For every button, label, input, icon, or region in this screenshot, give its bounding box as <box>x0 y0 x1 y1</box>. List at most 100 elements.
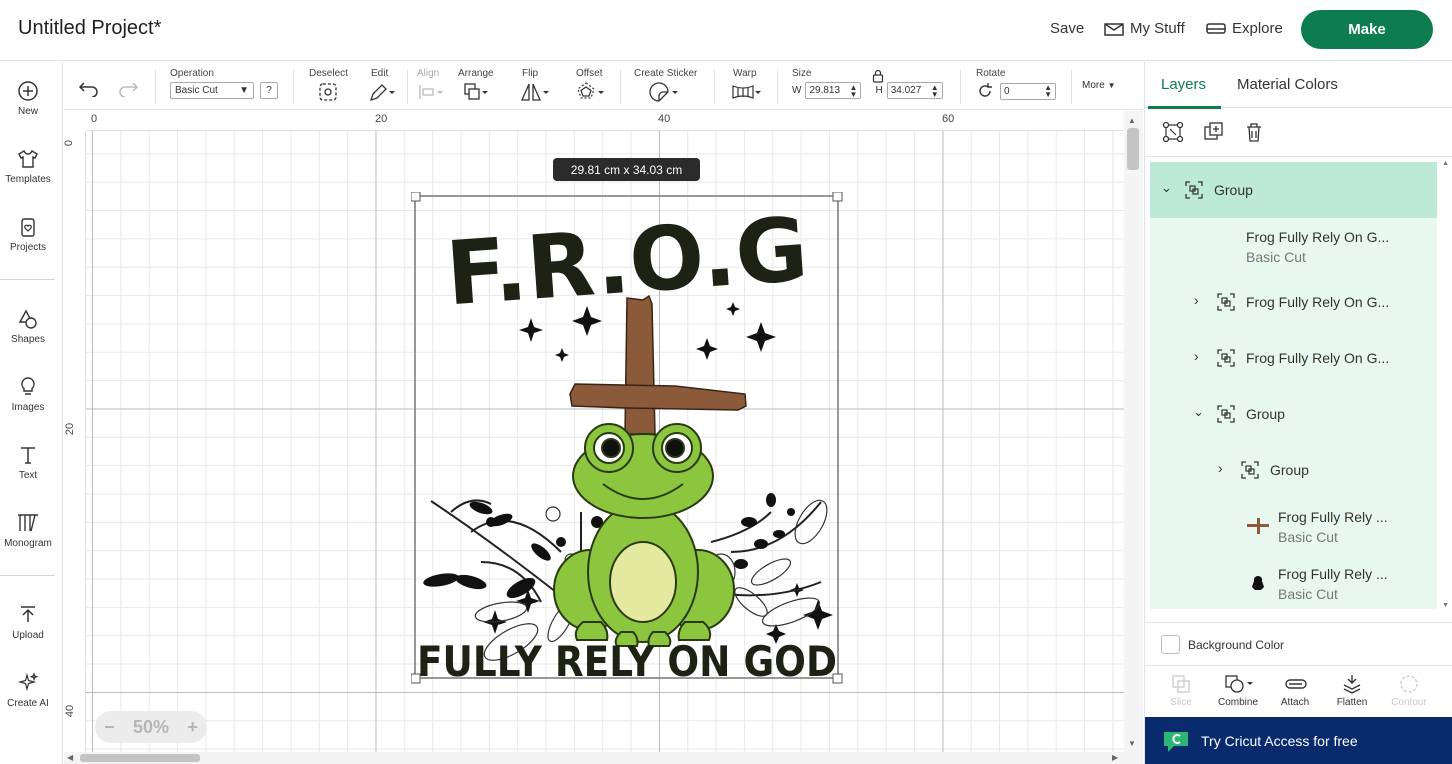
aspect-lock-button[interactable] <box>872 69 884 86</box>
zoom-in-button[interactable]: + <box>187 717 198 738</box>
shapes-icon <box>18 309 37 329</box>
layer-row-group[interactable]: › Group <box>1150 442 1437 498</box>
bottom-tools: Slice Combine Attach Flatten Contour <box>1145 667 1452 717</box>
monogram-icon <box>18 514 38 532</box>
scroll-up-icon[interactable]: ▲ <box>1442 160 1449 167</box>
slice-button: Slice <box>1153 673 1209 708</box>
sidebar-item-templates[interactable]: Templates <box>0 148 56 185</box>
layer-name: Group <box>1214 182 1253 198</box>
design-canvas[interactable]: 0 20 40 60 0 20 40 29.81 cm x 34.03 cm F… <box>64 111 1143 764</box>
rotate-icon <box>979 83 992 97</box>
tab-material-colors[interactable]: Material Colors <box>1237 76 1338 93</box>
sidebar-item-monogram[interactable]: Monogram <box>0 512 56 549</box>
contour-button: Contour <box>1381 673 1437 708</box>
layer-row[interactable]: Frog Fully Rely ... Basic Cut <box>1150 498 1437 554</box>
duplicate-icon[interactable] <box>1203 121 1225 143</box>
ruler-left-label: 0 <box>64 139 76 147</box>
text-icon <box>21 447 35 464</box>
toolbar-divider <box>620 70 621 104</box>
layer-row[interactable]: › Frog Fully Rely On G... <box>1150 330 1437 386</box>
offset-button[interactable]: Offset <box>575 68 607 106</box>
width-input[interactable]: 29.813 ▲ ▼ <box>805 82 862 99</box>
layer-row[interactable]: Frog Fully Rely On G... Basic Cut <box>1150 218 1437 274</box>
layers-scrollbar[interactable]: ▲ ▼ <box>1441 158 1451 613</box>
background-color-row[interactable]: Background Color <box>1145 622 1452 666</box>
sidebar-item-upload[interactable]: Upload <box>0 604 56 641</box>
chevron-down-icon[interactable]: ⌄ <box>1161 180 1172 196</box>
pen-icon <box>369 84 395 102</box>
operation-select[interactable]: Basic Cut ▼ <box>170 82 254 99</box>
edit-button[interactable]: Edit <box>368 68 396 106</box>
combine-icon <box>1225 675 1253 693</box>
frog-design-group[interactable]: F.R.O.G FULLY RELY ON GOD <box>411 192 845 684</box>
selection-handle[interactable] <box>411 192 421 202</box>
width-value: 29.813 <box>809 85 841 96</box>
background-color-checkbox[interactable] <box>1161 635 1180 654</box>
make-button[interactable]: Make <box>1301 10 1433 49</box>
flip-button[interactable]: Flip <box>519 68 551 106</box>
sidebar-item-projects[interactable]: Projects <box>0 216 56 253</box>
warp-button[interactable]: Warp <box>730 68 764 106</box>
scroll-thumb[interactable] <box>80 754 200 762</box>
combine-button[interactable]: Combine <box>1210 673 1266 708</box>
redo-button[interactable] <box>117 79 139 100</box>
group-icon <box>1241 461 1259 479</box>
redo-icon <box>119 82 139 98</box>
sidebar-item-new[interactable]: New <box>0 80 56 117</box>
explore-button[interactable]: Explore <box>1206 20 1283 37</box>
undo-button[interactable] <box>78 79 100 100</box>
height-prefix: H <box>875 85 883 96</box>
selection-handle[interactable] <box>832 192 843 202</box>
trash-icon[interactable] <box>1243 121 1265 143</box>
cricut-access-banner[interactable]: Try Cricut Access for free <box>1145 717 1452 764</box>
height-input[interactable]: 34.027 ▲ ▼ <box>886 82 943 99</box>
create-sticker-button[interactable]: Create Sticker <box>634 68 697 106</box>
my-stuff-button[interactable]: My Stuff <box>1104 20 1185 37</box>
sidebar-item-shapes[interactable]: Shapes <box>0 308 56 345</box>
project-title[interactable]: Untitled Project* <box>18 17 161 40</box>
layer-row[interactable]: Frog Fully Rely ... Basic Cut <box>1150 555 1437 611</box>
save-button[interactable]: Save <box>1050 20 1084 37</box>
tab-layers[interactable]: Layers <box>1161 76 1206 93</box>
chevron-right-icon[interactable]: › <box>1194 292 1199 308</box>
layer-row-group[interactable]: ⌄ Group <box>1150 162 1437 218</box>
operation-help-button[interactable]: ? <box>260 82 278 99</box>
attach-label: Attach <box>1280 697 1310 708</box>
arrange-button[interactable]: Arrange <box>458 68 494 106</box>
scroll-up-icon[interactable]: ▲ <box>1128 116 1136 125</box>
attach-button[interactable]: Attach <box>1267 673 1323 708</box>
scroll-down-icon[interactable]: ▼ <box>1442 602 1449 609</box>
chevron-down-icon[interactable]: ⌄ <box>1193 404 1204 420</box>
frog-silhouette-thumbnail-icon <box>1252 575 1264 590</box>
scroll-down-icon[interactable]: ▼ <box>1128 739 1136 748</box>
zoom-out-button[interactable]: − <box>104 717 115 738</box>
more-button[interactable]: More ▼ <box>1082 80 1116 91</box>
layer-row[interactable]: › Frog Fully Rely On G... <box>1150 274 1437 330</box>
flip-label: Flip <box>522 68 539 79</box>
scroll-thumb[interactable] <box>1127 128 1139 170</box>
sidebar-item-create-ai[interactable]: Create AI <box>0 672 56 709</box>
zoom-value: 50% <box>132 716 170 737</box>
layer-operation: Basic Cut <box>1278 529 1338 545</box>
zoom-control: − 50% + <box>95 711 207 743</box>
scroll-left-icon[interactable]: ◀ <box>67 753 73 762</box>
sidebar-item-images[interactable]: Images <box>0 376 56 413</box>
flatten-button[interactable]: Flatten <box>1324 673 1380 708</box>
warp-label: Warp <box>733 68 757 79</box>
flatten-label: Flatten <box>1336 697 1368 708</box>
arrange-icon <box>464 83 488 100</box>
sidebar-label-upload: Upload <box>12 630 44 641</box>
deselect-button[interactable]: Deselect <box>309 68 348 106</box>
scroll-right-icon[interactable]: ▶ <box>1112 753 1118 762</box>
chevron-right-icon[interactable]: › <box>1218 460 1223 476</box>
group-layers-icon[interactable] <box>1162 121 1184 143</box>
chevron-right-icon[interactable]: › <box>1194 348 1199 364</box>
arrange-label: Arrange <box>458 68 494 79</box>
layer-row-group[interactable]: ⌄ Group <box>1150 386 1437 442</box>
rotate-input[interactable]: 0 ▲ ▼ <box>1000 82 1056 100</box>
vertical-scrollbar[interactable]: ▲ ▼ <box>1124 111 1143 764</box>
contour-label: Contour <box>1391 697 1427 708</box>
stepper-icon: ▲ ▼ <box>849 82 858 99</box>
sidebar-item-text[interactable]: Text <box>0 444 56 481</box>
horizontal-scrollbar[interactable]: ◀ ▶ <box>64 752 1124 764</box>
